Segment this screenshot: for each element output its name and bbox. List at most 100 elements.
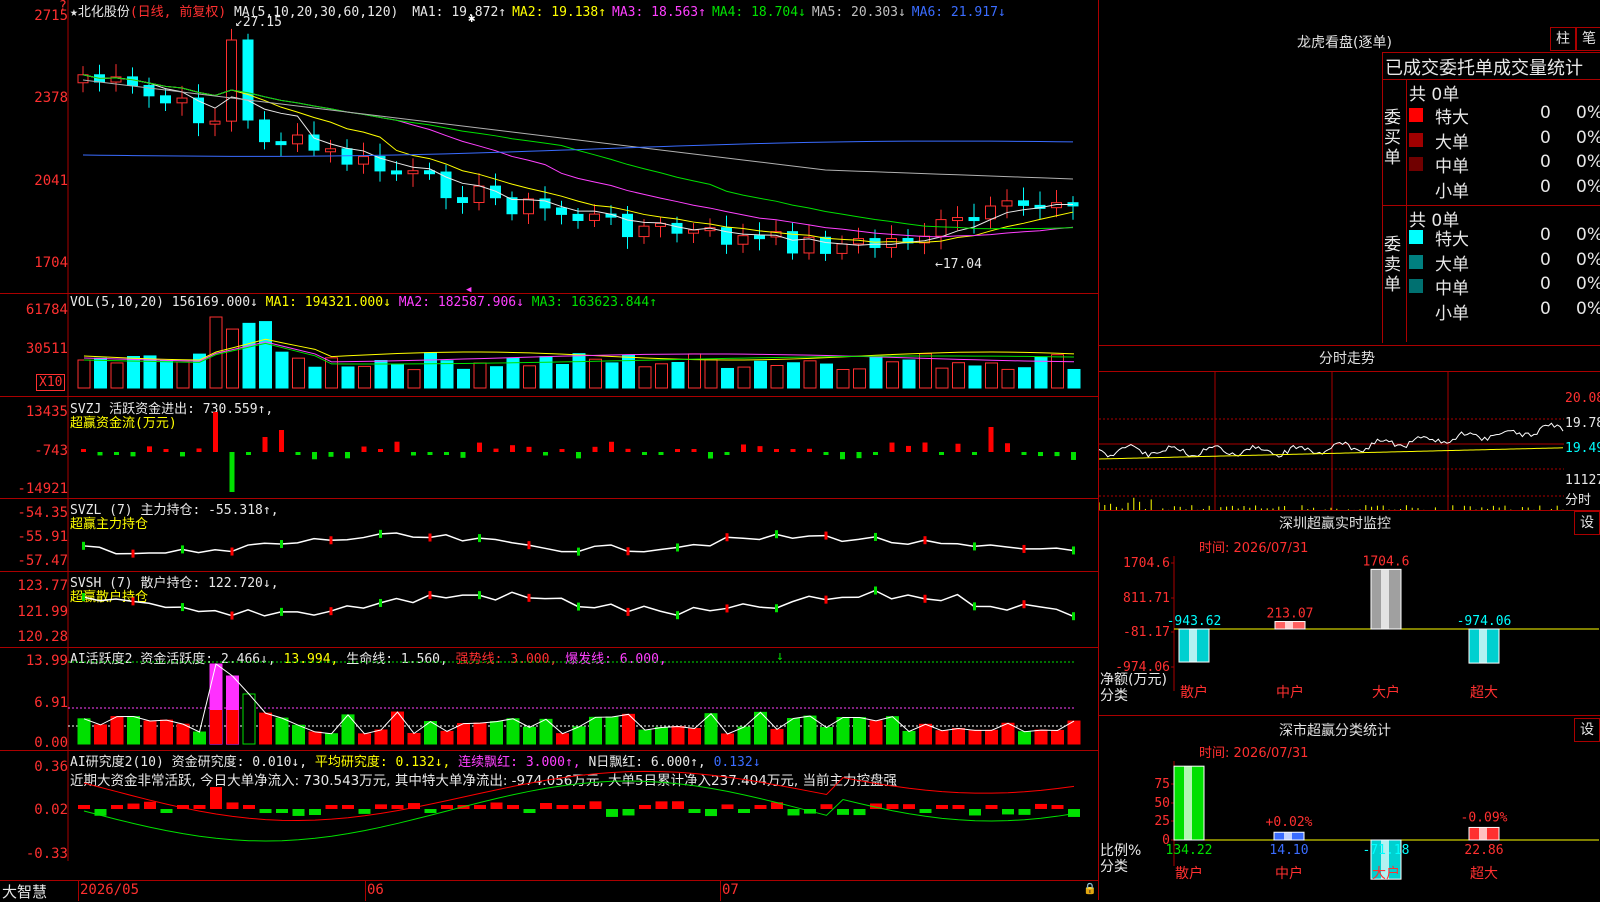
- activity-bar: [671, 725, 685, 745]
- research-bar: [424, 809, 437, 813]
- research-bar: [754, 805, 767, 809]
- flow-bar: [922, 442, 928, 452]
- flow-bar: [757, 446, 763, 452]
- activity-bar: [770, 728, 784, 745]
- order-swatch: [1409, 108, 1423, 122]
- flow-bar: [378, 449, 383, 452]
- bar-view-button[interactable]: 柱: [1550, 27, 1576, 51]
- candle: [737, 235, 749, 245]
- flow-bar: [361, 446, 367, 452]
- lock-icon[interactable]: 🔒: [1083, 882, 1097, 895]
- volume-bar: [721, 367, 734, 389]
- chart-category: 散户: [1175, 865, 1203, 882]
- price-pane[interactable]: ? 2715 2378 2041 1704 ★北化股份(日线, 前复权) MA(…: [0, 0, 1098, 294]
- candle: [143, 85, 155, 97]
- svzl-tick-mark: [82, 541, 85, 550]
- research-bar: [721, 804, 734, 809]
- flow-bar: [642, 452, 647, 455]
- volume-bar: [589, 358, 602, 389]
- activity-bar: [1018, 731, 1031, 745]
- low-price-label: ←17.04: [935, 257, 982, 272]
- marker-asterisk: ✱: [468, 11, 475, 25]
- chart-tick: 75: [1154, 777, 1170, 792]
- candlestick-chart[interactable]: ↙27.15 ←17.04 ✱ ◀: [0, 0, 1098, 293]
- flow-bar: [114, 452, 119, 455]
- candle: [952, 217, 963, 222]
- sz-monitor-panel[interactable]: 深圳超赢实时监控 设 时间: 2026/07/31 1704.6 811.71 -8…: [1099, 510, 1600, 716]
- volume-bar: [539, 356, 553, 389]
- svzj-pane[interactable]: 13435 -743 -14921 SVZJ 活跃资金进出: 730.559↑,…: [0, 397, 1098, 499]
- flow-bar: [889, 442, 895, 452]
- candle: [226, 39, 237, 122]
- chart-category: 中户: [1276, 684, 1304, 701]
- activity-bar: [688, 728, 701, 745]
- intraday-price-line: [1099, 422, 1564, 458]
- ai-research-chart[interactable]: [0, 751, 1098, 861]
- research-bar: [820, 804, 833, 809]
- activity-bar: [160, 719, 173, 745]
- svzl-tick-mark: [131, 549, 135, 558]
- svzl-tick-mark: [379, 529, 382, 538]
- intraday-panel[interactable]: 分时走势 20.08 19.78 19.49 11127 分时: [1099, 345, 1600, 511]
- activity-bar: [490, 721, 503, 745]
- intraday-chart[interactable]: [1099, 371, 1600, 511]
- candle: [506, 197, 518, 215]
- flow-bar: [477, 442, 482, 452]
- research-bar: [1002, 809, 1014, 815]
- order-label: 小单: [1435, 303, 1469, 324]
- volume-bar: [160, 360, 173, 389]
- svsh-tick-mark: [82, 592, 85, 601]
- volume-chart[interactable]: [0, 294, 1098, 396]
- candle: [209, 120, 221, 125]
- volume-bar: [770, 364, 784, 389]
- research-bar: [358, 809, 371, 814]
- research-bar: [985, 805, 998, 809]
- svzl-chart[interactable]: [0, 499, 1098, 571]
- svsh-pane[interactable]: 123.77 121.99 120.28 SVSH (7) 散户持仓: 122.…: [0, 572, 1098, 648]
- volume-bar: [1067, 368, 1081, 389]
- tick-view-button[interactable]: 笔: [1576, 27, 1600, 51]
- candle: [473, 185, 485, 203]
- svzl-tick-mark: [1022, 544, 1026, 553]
- flow-bar: [1038, 452, 1043, 457]
- ai-activity-pane[interactable]: 13.99 6.91 0.00 AI活跃度2 资金活跃度: 2.466↓, 13…: [0, 648, 1098, 751]
- volume-bar: [935, 367, 949, 389]
- flow-bar: [807, 448, 812, 452]
- flow-bar: [262, 437, 268, 452]
- brand-label[interactable]: 大智慧: [2, 881, 47, 902]
- svsh-tick-mark: [181, 603, 184, 612]
- intraday-high: 20.08: [1565, 391, 1600, 406]
- candle: [275, 141, 287, 146]
- svsh-chart[interactable]: [0, 572, 1098, 647]
- volume-bar: [473, 362, 487, 389]
- svzj-chart[interactable]: [0, 397, 1098, 498]
- research-bar: [507, 805, 519, 809]
- research-bar: [259, 809, 272, 814]
- svzl-tick-mark: [725, 533, 729, 542]
- chart-pct-label: -0.09%: [1461, 810, 1508, 825]
- research-bar: [523, 809, 536, 813]
- ai-activity-chart[interactable]: ↓: [0, 648, 1098, 750]
- ai-research-pane[interactable]: 0.36 0.02 -0.33 AI研究度2(10) 资金研究度: 0.010↓…: [0, 751, 1098, 862]
- research-bar: [1018, 809, 1031, 815]
- flow-bar: [510, 445, 515, 452]
- flow-bar: [675, 449, 680, 452]
- sz-class-xlabel: 分类: [1100, 859, 1128, 875]
- svsh-tick-mark: [428, 591, 432, 600]
- flow-bar: [213, 412, 218, 452]
- sz-monitor-chart[interactable]: 1704.6 811.71 -81.17 -974.06 -943.62 散户 213.07…: [1099, 511, 1600, 716]
- chart-tick: 25: [1154, 814, 1170, 829]
- sz-class-panel[interactable]: 深市超赢分类统计 设 时间: 2026/07/31 75 50 25 0 134.22 散…: [1099, 715, 1600, 901]
- svsh-tick-mark: [131, 597, 135, 606]
- volume-pane[interactable]: 61784 30511 X10 VOL(5,10,20) 156169.000↓…: [0, 294, 1098, 397]
- order-row: 中单 0 0%: [1382, 274, 1600, 299]
- intraday-vol: 11127: [1565, 473, 1600, 488]
- volume-bar: [1018, 367, 1031, 389]
- flow-bar: [130, 452, 136, 457]
- order-swatch: [1409, 279, 1423, 293]
- flow-bar: [411, 452, 416, 456]
- research-bar: [1051, 805, 1064, 809]
- volume-bar: [985, 362, 998, 389]
- sz-class-chart[interactable]: 7550250134.22散户14.10中户+0.02%-71.18大户22.8…: [1099, 716, 1600, 901]
- svzl-pane[interactable]: -54.35 -55.91 -57.47 SVZL (7) 主力持仓: -55.…: [0, 499, 1098, 572]
